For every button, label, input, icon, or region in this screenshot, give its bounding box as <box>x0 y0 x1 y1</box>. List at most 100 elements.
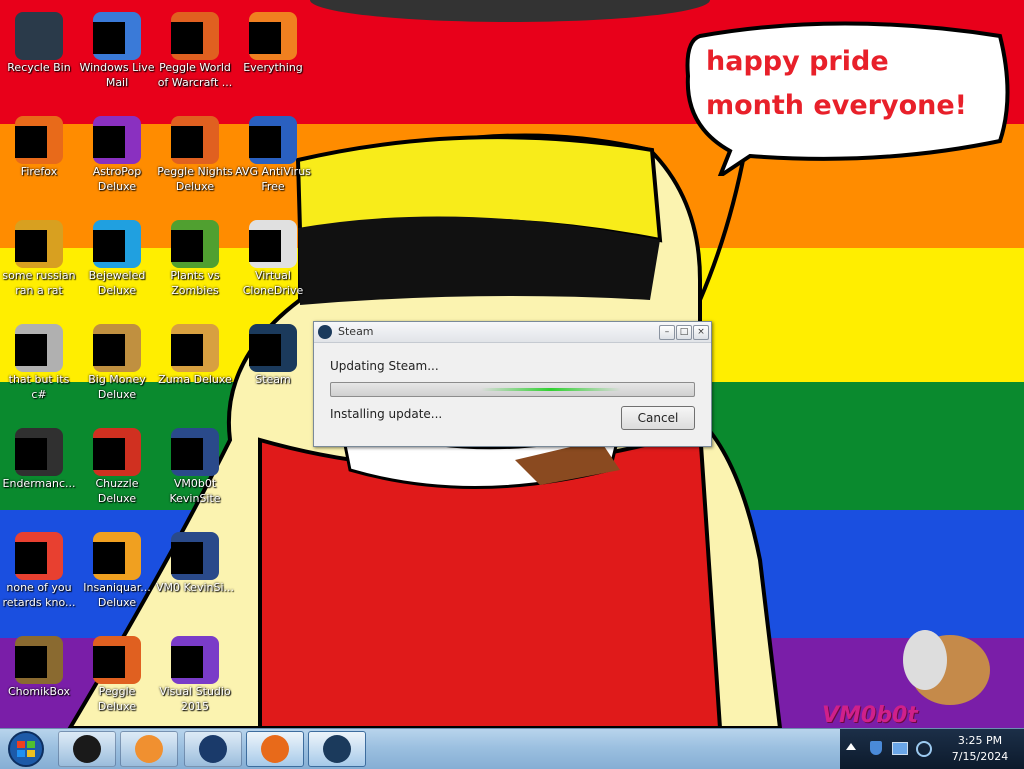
desktop-icon-label: Windows Live Mail <box>79 61 155 89</box>
censor-box <box>93 22 125 54</box>
desktop-icon[interactable]: VM0b0t KevinSite <box>156 424 234 524</box>
censor-box <box>93 542 125 574</box>
desktop-icon[interactable]: some russian ran a rat <box>0 216 78 316</box>
update-status-text: Updating Steam... <box>330 359 439 373</box>
app-globe-icon <box>199 735 227 763</box>
monitor-icon[interactable] <box>892 742 908 755</box>
desktop-icon-label: some russian ran a rat <box>2 269 76 297</box>
taskbar-button[interactable] <box>120 731 178 767</box>
system-tray: 3:25 PM 7/15/2024 <box>840 729 1024 769</box>
steam-icon <box>318 325 332 339</box>
update-progress-bar <box>330 382 695 397</box>
maximize-button[interactable]: □ <box>676 325 692 340</box>
desktop-icon-label: Peggle World of Warcraft ... <box>157 61 233 89</box>
media-center-icon <box>73 735 101 763</box>
censor-box <box>171 22 203 54</box>
censor-box <box>15 542 47 574</box>
desktop-icon[interactable]: none of you retards kno... <box>0 528 78 628</box>
desktop-icon-label: AVG AntiVirus Free <box>235 165 311 193</box>
censor-box <box>93 438 125 470</box>
censor-box <box>93 230 125 262</box>
dialog-titlebar[interactable]: Steam – □ × <box>314 322 711 343</box>
desktop-icon-label: AstroPop Deluxe <box>92 165 142 193</box>
desktop-icon-label: Insaniquar... Deluxe <box>83 581 151 609</box>
update-substatus-text: Installing update... <box>330 407 443 421</box>
steam-icon <box>323 735 351 763</box>
desktop-icon[interactable]: Chuzzle Deluxe <box>78 424 156 524</box>
desktop-icon[interactable]: Peggle Nights Deluxe <box>156 112 234 212</box>
censor-box <box>15 126 47 158</box>
wallpaper-watermark: VM0b0t <box>822 703 918 728</box>
desktop-icon[interactable]: Peggle Deluxe <box>78 632 156 728</box>
minimize-button[interactable]: – <box>659 325 675 340</box>
taskbar-button[interactable] <box>58 731 116 767</box>
desktop-icon-label: Steam <box>255 373 291 386</box>
desktop-icon[interactable]: Big Money Deluxe <box>78 320 156 420</box>
censor-box <box>249 22 281 54</box>
desktop-icon[interactable]: Windows Live Mail <box>78 8 156 108</box>
censor-box <box>249 126 281 158</box>
censor-box <box>15 438 47 470</box>
desktop-icon[interactable]: Endermanc... <box>0 424 78 524</box>
censor-box <box>171 334 203 366</box>
speech-bubble-text: happy pride month everyone! <box>706 46 967 121</box>
progress-marquee <box>481 388 621 391</box>
censor-box <box>171 542 203 574</box>
desktop-icon[interactable]: Peggle World of Warcraft ... <box>156 8 234 108</box>
desktop-icon[interactable]: Virtual CloneDrive <box>234 216 312 316</box>
desktop-icon[interactable]: VM0 KevinSi... <box>156 528 234 628</box>
desktop-icon-label: Visual Studio 2015 <box>159 685 231 713</box>
censor-box <box>249 334 281 366</box>
desktop-icon-label: Chuzzle Deluxe <box>95 477 139 505</box>
desktop-icon[interactable]: Zuma Deluxe <box>156 320 234 420</box>
desktop-icon[interactable]: that but its c# <box>0 320 78 420</box>
censor-box <box>171 126 203 158</box>
media-player-icon <box>135 735 163 763</box>
desktop-icon-label: VM0 KevinSi... <box>156 581 235 594</box>
taskbar-button[interactable] <box>246 731 304 767</box>
taskbar-button[interactable] <box>308 731 366 767</box>
start-button[interactable] <box>4 730 48 768</box>
desktop-icon-label: Zuma Deluxe <box>158 373 232 386</box>
desktop-icon[interactable]: Bejeweled Deluxe <box>78 216 156 316</box>
desktop-icon-label: Everything <box>243 61 303 74</box>
desktop-icon[interactable]: Everything <box>234 8 312 108</box>
taskbar-button[interactable] <box>184 731 242 767</box>
desktop-icon-label: ChomikBox <box>8 685 70 698</box>
desktop-icon-label: Recycle Bin <box>7 61 71 74</box>
desktop-icon[interactable]: ChomikBox <box>0 632 78 728</box>
sync-icon[interactable] <box>916 741 932 757</box>
desktop[interactable]: happy pride month everyone! VM0b0t Recyc… <box>0 0 1024 728</box>
steam-update-dialog: Steam – □ × Updating Steam... Installing… <box>313 321 712 447</box>
censor-box <box>171 230 203 262</box>
desktop-icon[interactable]: Insaniquar... Deluxe <box>78 528 156 628</box>
censor-box <box>93 334 125 366</box>
censor-box <box>249 230 281 262</box>
desktop-icon-label: Endermanc... <box>2 477 76 490</box>
desktop-icon-label: Firefox <box>20 165 58 178</box>
censor-box <box>15 334 47 366</box>
desktop-icon[interactable]: Visual Studio 2015 <box>156 632 234 728</box>
clock-time: 3:25 PM <box>957 734 1003 747</box>
taskbar: 3:25 PM 7/15/2024 <box>0 728 1024 769</box>
censor-box <box>93 646 125 678</box>
desktop-icon-label: none of you retards kno... <box>2 581 76 609</box>
clock-date: 7/15/2024 <box>951 750 1009 763</box>
desktop-icon-label: Bejeweled Deluxe <box>88 269 146 297</box>
desktop-icon[interactable]: Steam <box>234 320 312 420</box>
cancel-button[interactable]: Cancel <box>621 406 695 430</box>
desktop-icon[interactable]: Plants vs Zombies <box>156 216 234 316</box>
desktop-icon[interactable]: Firefox <box>0 112 78 212</box>
censor-box <box>15 646 47 678</box>
taskbar-clock[interactable]: 3:25 PM 7/15/2024 <box>940 733 1020 765</box>
desktop-icon[interactable]: Recycle Bin <box>0 8 78 108</box>
show-hidden-icons-button[interactable] <box>846 743 856 750</box>
desktop-icon-label: Big Money Deluxe <box>88 373 146 401</box>
desktop-icon[interactable]: AVG AntiVirus Free <box>234 112 312 212</box>
desktop-icon-label: Peggle Nights Deluxe <box>157 165 233 193</box>
close-button[interactable]: × <box>693 325 709 340</box>
shield-icon[interactable] <box>870 741 882 755</box>
desktop-icon[interactable]: AstroPop Deluxe <box>78 112 156 212</box>
recycle-bin-icon <box>15 12 63 60</box>
censor-box <box>171 438 203 470</box>
